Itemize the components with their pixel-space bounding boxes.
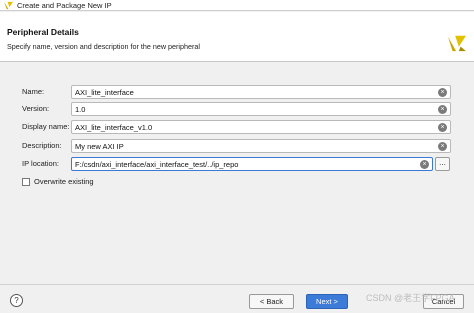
back-button[interactable]: < Back	[249, 294, 294, 309]
overwrite-label: Overwrite existing	[34, 177, 94, 186]
version-row: Version: 1.0 ×	[0, 102, 474, 116]
ip-location-row: IP location: F:/csdn/axi_interface/axi_i…	[0, 157, 474, 171]
next-button[interactable]: Next >	[306, 294, 348, 309]
ip-location-value: F:/csdn/axi_interface/axi_interface_test…	[75, 160, 239, 169]
description-row: Description: My new AXI IP ×	[0, 139, 474, 153]
window-title: Create and Package New IP	[17, 1, 112, 10]
watermark: CSDN @老王学FPGA	[366, 293, 455, 303]
name-label: Name:	[22, 87, 45, 96]
form-area: Name: AXI_lite_interface × Version: 1.0 …	[0, 63, 474, 283]
help-icon[interactable]: ?	[10, 294, 23, 307]
description-label: Description:	[22, 141, 62, 150]
display-name-row: Display name: AXI_lite_interface_v1.0 ×	[0, 120, 474, 134]
clear-icon[interactable]: ×	[438, 88, 447, 97]
ip-location-label: IP location:	[22, 159, 59, 168]
vivado-logo-icon	[4, 1, 13, 10]
page-title: Peripheral Details	[7, 27, 79, 37]
clear-icon[interactable]: ×	[438, 142, 447, 151]
name-value: AXI_lite_interface	[75, 88, 134, 97]
clear-icon[interactable]: ×	[420, 160, 429, 169]
display-name-label: Display name:	[22, 122, 70, 131]
browse-button[interactable]: ...	[435, 157, 450, 171]
version-field[interactable]: 1.0 ×	[71, 102, 451, 116]
display-name-value: AXI_lite_interface_v1.0	[75, 123, 153, 132]
checkbox-icon[interactable]	[22, 178, 30, 186]
clear-icon[interactable]: ×	[438, 123, 447, 132]
version-label: Version:	[22, 104, 50, 113]
clear-icon[interactable]: ×	[438, 105, 447, 114]
wizard-header: Peripheral Details Specify name, version…	[0, 12, 474, 62]
name-row: Name: AXI_lite_interface ×	[0, 85, 474, 99]
ip-location-field[interactable]: F:/csdn/axi_interface/axi_interface_test…	[71, 157, 433, 171]
display-name-field[interactable]: AXI_lite_interface_v1.0 ×	[71, 120, 451, 134]
description-field[interactable]: My new AXI IP ×	[71, 139, 451, 153]
name-field[interactable]: AXI_lite_interface ×	[71, 85, 451, 99]
title-bar: Create and Package New IP	[0, 0, 474, 11]
page-subtitle: Specify name, version and description fo…	[7, 42, 200, 51]
vivado-logo-icon	[448, 35, 466, 52]
description-value: My new AXI IP	[75, 142, 124, 151]
version-value: 1.0	[75, 105, 86, 114]
